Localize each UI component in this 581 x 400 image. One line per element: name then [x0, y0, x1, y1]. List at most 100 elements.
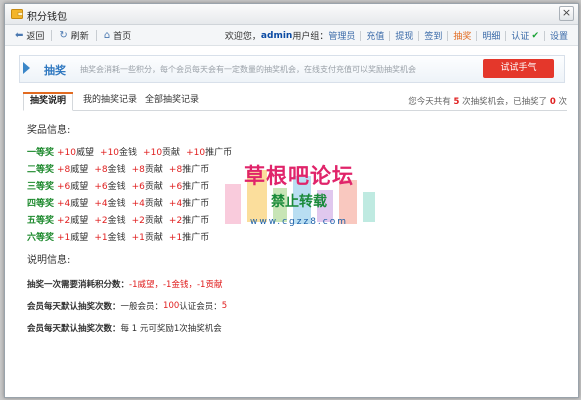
divider	[476, 30, 478, 41]
divider	[447, 30, 449, 41]
recharge-link[interactable]: 充值	[366, 29, 384, 42]
reward-unit: 金钱	[107, 216, 126, 226]
home-button[interactable]: ⌂ 首页	[104, 29, 131, 42]
prize-level: 五等奖	[27, 216, 55, 226]
details-link[interactable]: 明细	[482, 29, 500, 42]
try-luck-button[interactable]: 试试手气	[483, 59, 554, 78]
withdraw-link[interactable]: 提现	[395, 29, 413, 42]
cost-value: -1威望，-1金钱，-1贡献	[129, 280, 223, 290]
divider	[51, 30, 53, 41]
reward-amount: +8	[168, 165, 183, 175]
window-title: 积分钱包	[27, 12, 67, 23]
reward-amount: +1	[131, 233, 145, 243]
reward-amount: +2	[168, 216, 183, 226]
reward-unit: 推广币	[205, 148, 233, 158]
reward-unit: 威望	[76, 148, 95, 158]
reward-amount: +6	[57, 182, 71, 192]
refresh-button[interactable]: ↻ 刷新	[59, 29, 88, 42]
prize-reward: +1金钱	[94, 230, 125, 243]
reward-amount: +10	[143, 148, 163, 158]
reward-amount: +1	[168, 233, 183, 243]
prize-reward: +8威望	[57, 162, 88, 175]
watermark-subtitle: 禁止转载	[271, 194, 327, 210]
reward-unit: 金钱	[107, 233, 126, 243]
stat-used: 0	[549, 97, 556, 107]
group-label: 用户组：	[292, 32, 329, 42]
reward-unit: 推广币	[182, 182, 210, 192]
prize-reward: +10威望	[57, 145, 94, 158]
back-button[interactable]: ⬅ 返回	[15, 29, 44, 42]
verified-check-icon: ✔	[531, 30, 539, 41]
divider	[505, 30, 507, 41]
reward-amount: +8	[131, 165, 145, 175]
reward-amount: +4	[131, 199, 145, 209]
payment-reward-info: 会员每天默认抽奖次数： 每 1 元可奖励1次抽奖机会	[27, 317, 567, 339]
default-verified-value: 5	[221, 301, 228, 311]
reward-amount: +2	[57, 216, 71, 226]
tab-bar: 抽奖说明 我的抽奖记录 全部抽奖记录 您今天共有 5 次抽奖机会，已抽奖了 0 …	[23, 92, 567, 111]
reward-amount: +6	[94, 182, 108, 192]
checkin-link[interactable]: 签到	[424, 29, 442, 42]
banner-title: 抽奖	[44, 64, 66, 77]
reward-unit: 贡献	[144, 216, 163, 226]
reward-amount: +6	[168, 182, 183, 192]
pay-label: 会员每天默认抽奖次数：	[27, 324, 121, 334]
stat-suffix: 次	[558, 97, 567, 107]
default-verified-label: 认证会员：	[179, 302, 222, 312]
stat-prefix: 您今天共有	[408, 97, 451, 107]
prize-reward: +2贡献	[132, 213, 163, 226]
prize-reward: +10金钱	[100, 145, 137, 158]
prize-level: 三等奖	[27, 182, 55, 192]
lottery-link[interactable]: 抽奖	[453, 29, 471, 42]
default-normal-label: 一般会员：	[120, 302, 164, 312]
prize-reward: +6推广币	[169, 179, 209, 192]
tab-my-records[interactable]: 我的抽奖记录	[83, 92, 137, 109]
username-link[interactable]: admin	[261, 31, 292, 41]
reward-amount: +2	[94, 216, 108, 226]
prize-reward: +4推广币	[169, 196, 209, 209]
reward-amount: +10	[100, 148, 120, 158]
verify-link[interactable]: 认证	[511, 29, 529, 42]
home-icon: ⌂	[103, 30, 111, 41]
reward-unit: 威望	[70, 216, 89, 226]
reward-amount: +10	[57, 148, 77, 158]
back-arrow-icon: ⬅	[15, 30, 24, 41]
prize-level: 二等奖	[27, 165, 55, 175]
divider	[543, 30, 545, 41]
reward-amount: +4	[94, 199, 108, 209]
banner-description: 抽奖会消耗一些积分，每个会员每天会有一定数量的抽奖机会，在线支付充值可以奖励抽奖…	[80, 65, 416, 74]
refresh-label: 刷新	[70, 32, 89, 42]
prize-reward: +6贡献	[132, 179, 163, 192]
default-label: 会员每天默认抽奖次数：	[27, 302, 121, 312]
settings-link[interactable]: 设置	[550, 29, 568, 42]
reward-unit: 贡献	[144, 233, 163, 243]
toolbar: ⬅ 返回 ↻ 刷新 ⌂ 首页 欢迎您， admin 用户组： 管理员 充值 提现 签到…	[5, 25, 578, 46]
prize-reward: +4威望	[57, 196, 88, 209]
lottery-banner: 抽奖 抽奖会消耗一些积分，每个会员每天会有一定数量的抽奖机会，在线支付充值可以奖…	[19, 55, 565, 83]
group-value[interactable]: 管理员	[328, 29, 355, 42]
reward-amount: +8	[57, 165, 71, 175]
close-button[interactable]: ×	[559, 6, 574, 21]
reward-amount: +2	[131, 216, 145, 226]
prize-level: 六等奖	[27, 233, 55, 243]
reward-unit: 贡献	[144, 199, 163, 209]
reward-unit: 推广币	[182, 216, 210, 226]
wallet-window: 积分钱包 × ⬅ 返回 ↻ 刷新 ⌂ 首页 欢迎您， admin 用户组： 管理员 充…	[4, 3, 579, 398]
prize-reward: +2金钱	[94, 213, 125, 226]
tab-lottery-info[interactable]: 抽奖说明	[23, 92, 74, 111]
reward-unit: 金钱	[119, 148, 138, 158]
pay-value: 每 1 元可奖励1次抽奖机会	[120, 324, 222, 334]
prize-reward: +8金钱	[94, 162, 125, 175]
back-label: 返回	[26, 32, 45, 42]
wallet-icon	[11, 9, 23, 19]
reward-unit: 威望	[70, 199, 89, 209]
prize-level: 一等奖	[27, 148, 55, 158]
reward-unit: 金钱	[107, 182, 126, 192]
prize-reward: +2威望	[57, 213, 88, 226]
prize-reward: +10推广币	[186, 145, 232, 158]
reward-amount: +6	[131, 182, 145, 192]
reward-unit: 贡献	[144, 182, 163, 192]
tab-all-records[interactable]: 全部抽奖记录	[145, 92, 199, 109]
prize-reward: +6金钱	[94, 179, 125, 192]
divider	[95, 30, 97, 41]
